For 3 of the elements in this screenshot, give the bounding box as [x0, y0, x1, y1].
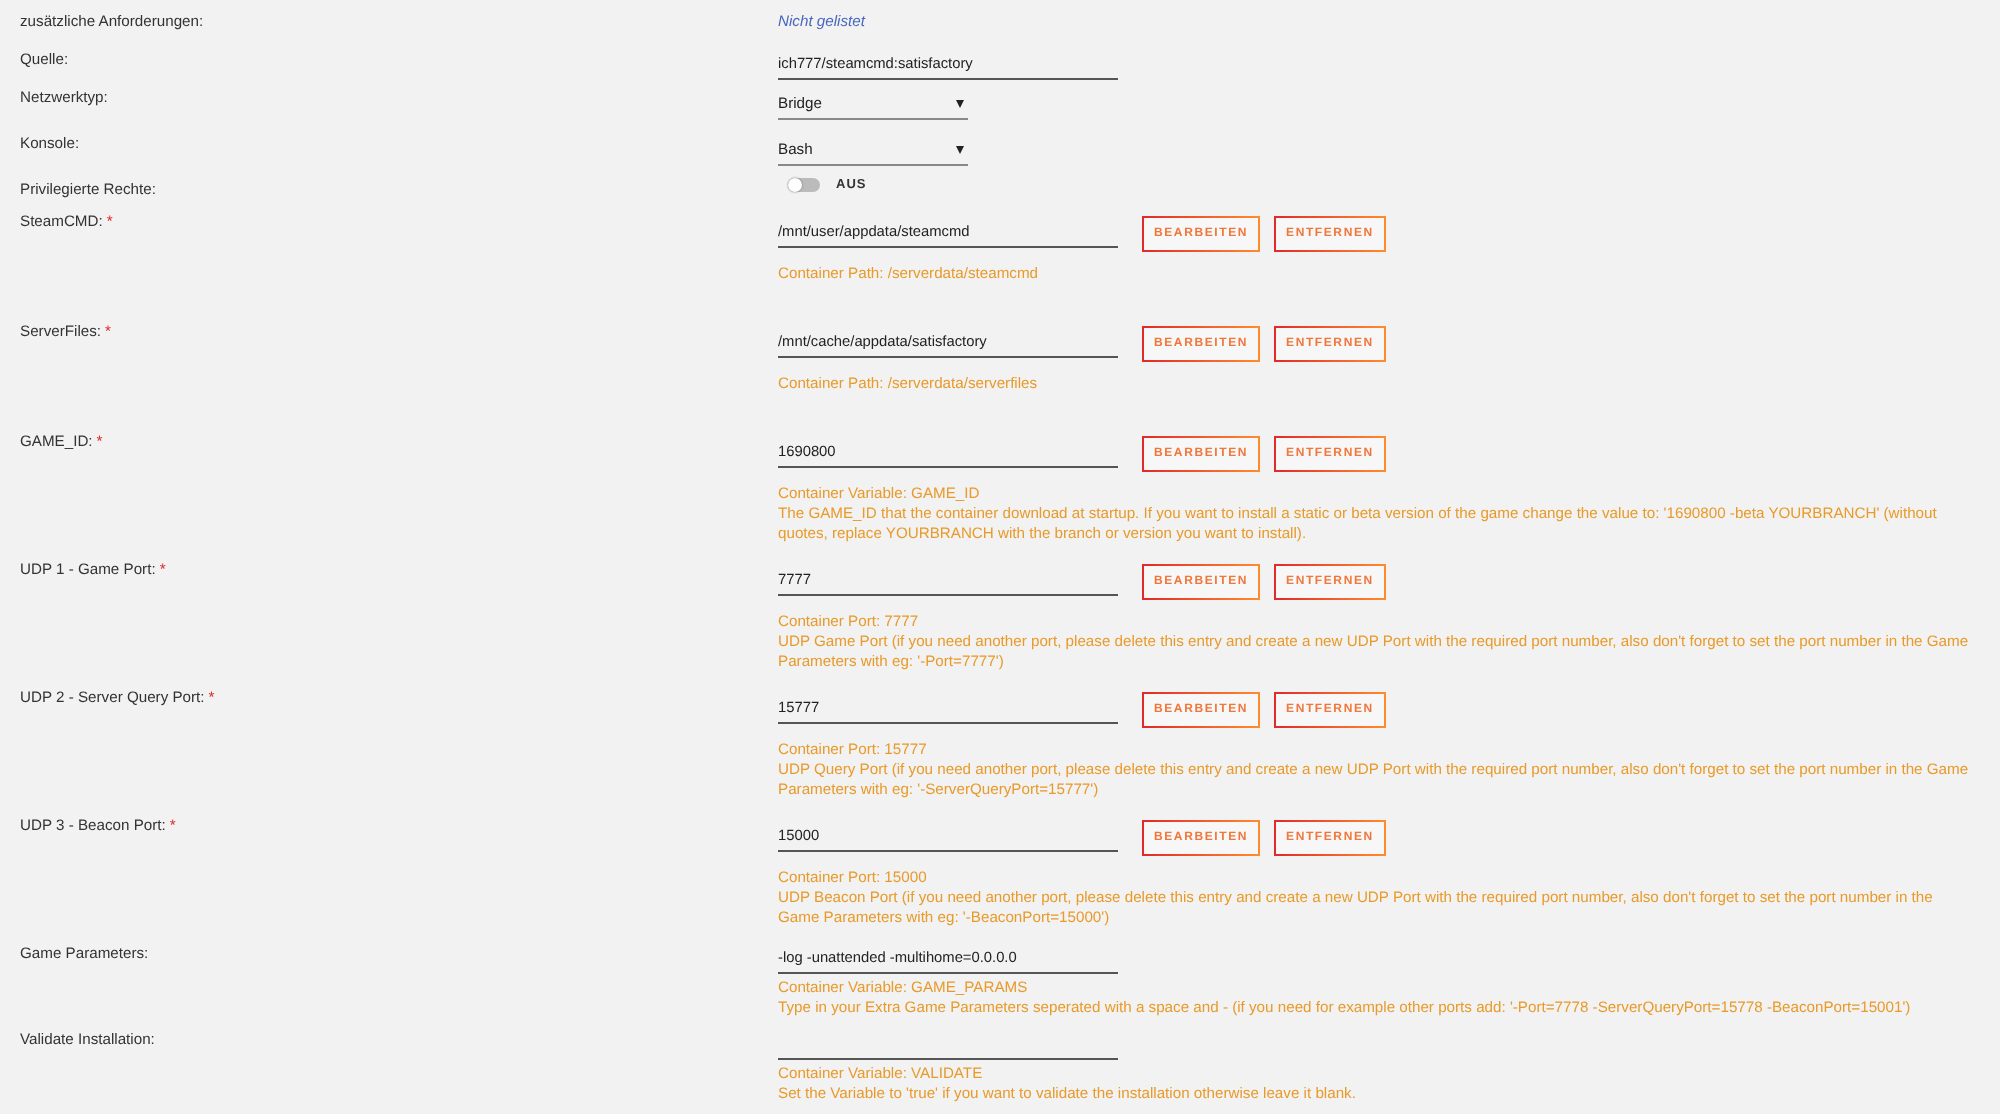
caret-icon [956, 99, 964, 107]
caret-icon [956, 145, 964, 153]
toggle-switch[interactable] [788, 178, 820, 192]
